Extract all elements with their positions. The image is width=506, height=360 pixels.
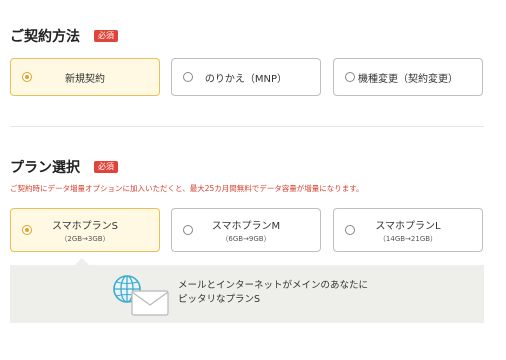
radio-icon <box>345 225 355 235</box>
plan-notice: ご契約時にデータ増量オプションに加入いただくと、最大25カ月間無料でデータ容量が… <box>10 184 364 193</box>
plan-section-title: プラン選択 必須 <box>10 157 118 177</box>
required-badge: 必須 <box>94 161 118 173</box>
info-text: メールとインターネットがメインのあなたに ピッタリなプランS <box>178 279 368 307</box>
plan-option-l[interactable]: スマホプランL （14GB→21GB） <box>333 208 483 252</box>
info-line-1: メールとインターネットがメインのあなたに <box>178 280 369 291</box>
option-new-contract[interactable]: 新規契約 <box>10 58 160 96</box>
globe-mail-icon <box>113 275 169 316</box>
plan-detail: （6GB→9GB） <box>221 234 271 243</box>
option-device-change[interactable]: 機種変更（契約変更） <box>333 58 483 96</box>
plan-name: スマホプランS <box>51 220 119 232</box>
option-label: 機種変更（契約変更） <box>358 73 458 85</box>
radio-icon <box>183 72 193 82</box>
plan-title: プラン選択 <box>10 160 80 176</box>
info-pointer <box>75 258 89 265</box>
section-divider <box>10 126 484 127</box>
info-line-2: ピッタリなプランS <box>178 294 261 305</box>
plan-option-m[interactable]: スマホプランM （6GB→9GB） <box>171 208 321 252</box>
plan-option-s[interactable]: スマホプランS （2GB→3GB） <box>10 208 160 252</box>
radio-icon <box>22 72 32 82</box>
option-mnp[interactable]: のりかえ（MNP） <box>171 58 321 96</box>
contract-section-title: ご契約方法 必須 <box>10 26 118 46</box>
option-label: 新規契約 <box>65 73 105 85</box>
option-label: のりかえ（MNP） <box>204 73 288 85</box>
plan-name: スマホプランM <box>211 220 281 232</box>
plan-name: スマホプランL <box>375 220 441 232</box>
plan-detail: （14GB→21GB） <box>378 234 438 243</box>
contract-title: ご契約方法 <box>10 29 80 45</box>
radio-icon <box>345 72 355 82</box>
radio-icon <box>183 225 193 235</box>
required-badge: 必須 <box>94 30 118 42</box>
plan-detail: （2GB→3GB） <box>60 234 110 243</box>
radio-icon <box>22 225 32 235</box>
